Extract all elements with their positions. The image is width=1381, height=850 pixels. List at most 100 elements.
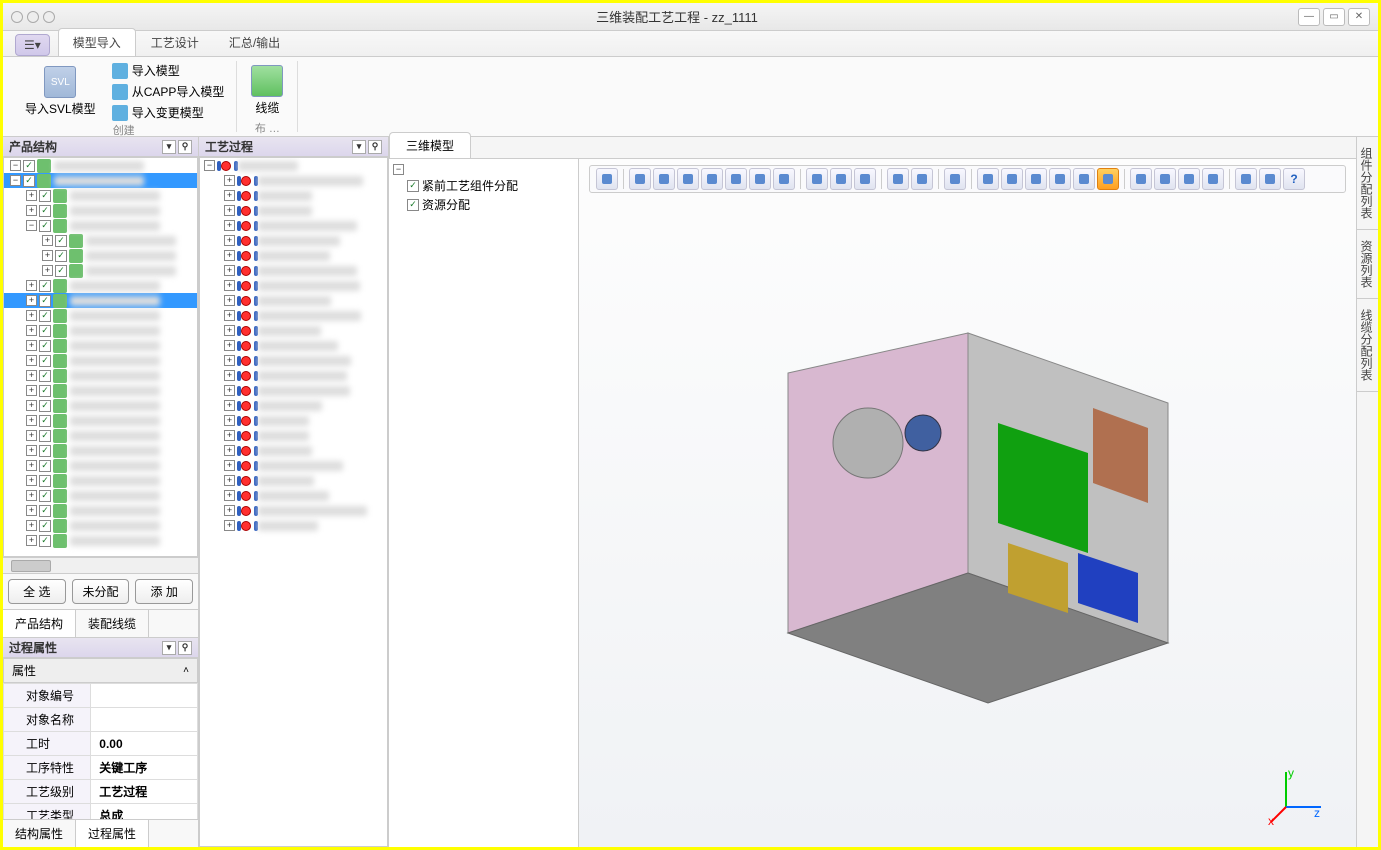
viewport-tool-button[interactable] (854, 168, 876, 190)
viewport-left-tree[interactable]: − ✓ 紧前工艺组件分配 ✓ 资源分配 (389, 159, 579, 847)
viewport-tool-button[interactable] (1154, 168, 1176, 190)
traffic-dot-1[interactable] (11, 11, 23, 23)
tree-expand-icon[interactable]: + (26, 310, 37, 321)
tree-checkbox[interactable]: ✓ (39, 370, 51, 382)
tab-structure-props[interactable]: 结构属性 (3, 820, 76, 847)
tree-expand-icon[interactable]: + (26, 340, 37, 351)
process-tree-item[interactable]: + (200, 293, 387, 308)
view-tree-expand-icon[interactable]: − (393, 164, 404, 175)
tab-product-structure[interactable]: 产品结构 (3, 610, 76, 637)
tree-expand-icon[interactable]: + (224, 250, 235, 261)
tree-expand-icon[interactable]: + (42, 265, 53, 276)
process-tree-item[interactable]: + (200, 458, 387, 473)
process-tree-item[interactable]: + (200, 413, 387, 428)
process-tree-item[interactable]: + (200, 308, 387, 323)
prop-value[interactable]: 关键工序 (91, 756, 198, 780)
ribbon-tab-process-design[interactable]: 工艺设计 (136, 28, 214, 56)
tree-expand-icon[interactable]: + (42, 250, 53, 261)
right-tab-resource-list[interactable]: 资源列表 (1357, 230, 1378, 299)
tree-expand-icon[interactable]: + (224, 385, 235, 396)
product-tree-item[interactable]: +✓ (4, 278, 197, 293)
viewport-tool-button[interactable] (749, 168, 771, 190)
prop-row[interactable]: 工艺类型总成 (4, 804, 198, 820)
process-dropdown-button[interactable]: ▾ (352, 140, 366, 154)
viewport-tool-button[interactable] (944, 168, 966, 190)
prop-row[interactable]: 工时0.00 (4, 732, 198, 756)
tab-process-props[interactable]: 过程属性 (76, 820, 149, 847)
product-tree-item[interactable]: +✓ (4, 368, 197, 383)
traffic-dot-2[interactable] (27, 11, 39, 23)
product-tree-item[interactable]: +✓ (4, 353, 197, 368)
tree-expand-icon[interactable]: + (224, 490, 235, 501)
viewport-3d[interactable]: ? y z x (579, 159, 1356, 847)
viewport-tool-button[interactable] (1235, 168, 1257, 190)
tree-expand-icon[interactable]: + (224, 475, 235, 486)
tab-assembly-cable[interactable]: 装配线缆 (76, 610, 149, 637)
viewport-tool-button[interactable] (596, 168, 618, 190)
tree-checkbox[interactable]: ✓ (39, 460, 51, 472)
viewport-tool-button[interactable] (1073, 168, 1095, 190)
tree-expand-icon[interactable]: + (26, 370, 37, 381)
tree-expand-icon[interactable]: + (26, 430, 37, 441)
viewport-tool-button[interactable] (701, 168, 723, 190)
tree-expand-icon[interactable]: − (26, 220, 37, 231)
viewport-tool-button[interactable] (911, 168, 933, 190)
process-tree-item[interactable]: + (200, 173, 387, 188)
tree-checkbox[interactable]: ✓ (39, 355, 51, 367)
process-pin-button[interactable]: ⚲ (368, 140, 382, 154)
tree-expand-icon[interactable]: + (26, 415, 37, 426)
prop-row[interactable]: 对象名称 (4, 708, 198, 732)
process-tree[interactable]: −++++++++++++++++++++++++ (199, 157, 388, 847)
viewport-tool-button[interactable] (629, 168, 651, 190)
process-tree-item[interactable]: + (200, 278, 387, 293)
process-tree-item[interactable]: + (200, 353, 387, 368)
tree-expand-icon[interactable]: + (26, 355, 37, 366)
tree-expand-icon[interactable]: + (26, 445, 37, 456)
viewport-tool-button[interactable] (725, 168, 747, 190)
process-tree-item[interactable]: + (200, 383, 387, 398)
viewport-tool-button[interactable] (1178, 168, 1200, 190)
props-pin-button[interactable]: ⚲ (178, 641, 192, 655)
process-tree-item[interactable]: + (200, 203, 387, 218)
app-menu-button[interactable]: ☰▾ (15, 34, 50, 56)
tree-expand-icon[interactable]: + (224, 280, 235, 291)
add-button[interactable]: 添 加 (135, 579, 193, 604)
product-tree-item[interactable]: +✓ (4, 233, 197, 248)
prop-value[interactable] (91, 684, 198, 708)
tree-checkbox[interactable]: ✓ (39, 520, 51, 532)
tree-expand-icon[interactable]: + (224, 400, 235, 411)
prop-value[interactable]: 0.00 (91, 732, 198, 756)
product-tree-item[interactable]: +✓ (4, 533, 197, 548)
tree-expand-icon[interactable]: + (224, 505, 235, 516)
product-tree-item[interactable]: +✓ (4, 518, 197, 533)
product-tree-item[interactable]: +✓ (4, 203, 197, 218)
viewport-tool-button[interactable] (887, 168, 909, 190)
tree-expand-icon[interactable]: + (26, 535, 37, 546)
tree-expand-icon[interactable]: + (224, 355, 235, 366)
unassigned-button[interactable]: 未分配 (72, 579, 130, 604)
checkbox-icon[interactable]: ✓ (407, 199, 419, 211)
process-tree-item[interactable]: + (200, 338, 387, 353)
viewport-tool-button[interactable] (1097, 168, 1119, 190)
product-tree-item[interactable]: +✓ (4, 188, 197, 203)
viewport-tool-button[interactable] (1001, 168, 1023, 190)
viewport-tool-button[interactable] (977, 168, 999, 190)
tree-expand-icon[interactable]: + (224, 520, 235, 531)
tree-checkbox[interactable]: ✓ (39, 475, 51, 487)
prop-value[interactable] (91, 708, 198, 732)
ribbon-tab-summary-output[interactable]: 汇总/输出 (214, 28, 295, 56)
product-tree-item[interactable]: +✓ (4, 488, 197, 503)
product-tree-hscroll[interactable] (3, 557, 198, 573)
product-tree-item[interactable]: +✓ (4, 503, 197, 518)
tree-checkbox[interactable]: ✓ (39, 385, 51, 397)
cable-button[interactable]: 线缆 (247, 61, 287, 120)
product-tree-item[interactable]: +✓ (4, 263, 197, 278)
checkbox-icon[interactable]: ✓ (407, 180, 419, 192)
tree-expand-icon[interactable]: + (26, 475, 37, 486)
panel-pin-button[interactable]: ⚲ (178, 140, 192, 154)
tree-expand-icon[interactable]: − (10, 175, 21, 186)
process-tree-item[interactable]: + (200, 428, 387, 443)
tree-expand-icon[interactable]: + (224, 205, 235, 216)
product-tree-item[interactable]: −✓ (4, 158, 197, 173)
tree-expand-icon[interactable]: + (42, 235, 53, 246)
